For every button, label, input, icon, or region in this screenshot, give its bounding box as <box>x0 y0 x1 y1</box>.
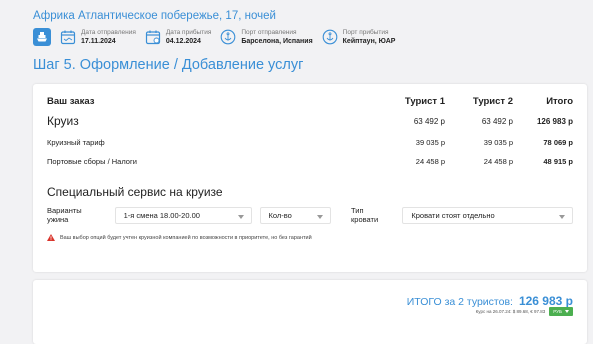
departure-date: Дата отправления 17.11.2024 <box>59 28 136 46</box>
ship-icon <box>33 28 51 46</box>
bed-type-select-value: Кровати стоят отдельно <box>411 210 495 220</box>
total-card: ИТОГО за 2 туристов: 126 983 р Курс на 26… <box>33 280 587 344</box>
chevron-down-icon <box>237 214 244 219</box>
quantity-select-value: Кол-во <box>268 210 292 220</box>
arrival-port-value: Кейптаун, ЮАР <box>342 38 396 45</box>
trip-header: Африка Атлантическое побережье, 17, ноче… <box>33 10 593 48</box>
arrival-date: Дата прибытия 04.12.2024 <box>144 28 212 46</box>
calendar-icon <box>59 28 77 46</box>
exchange-rate-text: Курс на 26.07.24: $ 89.68, € 97.83 <box>475 309 546 314</box>
row-total: 78 069 р <box>543 138 573 147</box>
bed-type-select[interactable]: Кровати стоят отдельно <box>402 206 573 224</box>
arrival-port-label: Порт прибытия <box>342 29 389 36</box>
grand-total-amount: 126 983 р <box>518 294 573 308</box>
tourist-2-header: Турист 2 <box>472 96 513 107</box>
table-row: Круизный тариф 39 035 р 39 035 р 78 069 … <box>47 138 573 158</box>
row-name: Портовые сборы / Налоги <box>47 157 137 166</box>
row-total: 48 915 р <box>543 157 573 166</box>
table-row: Портовые сборы / Налоги 24 458 р 24 458 … <box>47 157 573 177</box>
table-row: Круиз 63 492 р 63 492 р 126 983 р <box>47 114 573 134</box>
currency-select-button[interactable]: РУБ <box>549 307 573 316</box>
calendar-check-icon <box>144 28 162 46</box>
departure-port: Порт отправления Барселона, Испания <box>219 28 313 46</box>
row-tourist-2: 63 492 р <box>481 117 513 126</box>
row-name: Круиз <box>47 114 79 128</box>
exchange-rate-row: Курс на 26.07.24: $ 89.68, € 97.83 РУБ <box>476 307 573 316</box>
order-card: Ваш заказ Турист 1 Турист 2 Итого Круиз … <box>33 84 587 272</box>
row-tourist-2: 39 035 р <box>483 138 513 147</box>
departure-port-label: Порт отправления <box>241 29 297 36</box>
trip-info-row: Дата отправления 17.11.2024 Дата прибыти… <box>33 26 593 48</box>
dinner-select[interactable]: 1-я смена 18.00-20.00 <box>114 206 252 224</box>
quantity-select[interactable]: Кол-во <box>259 206 332 224</box>
trip-title: Африка Атлантическое побережье, 17, ноче… <box>33 10 276 22</box>
dinner-label: Варианты ужина <box>47 206 82 224</box>
arrival-date-value: 04.12.2024 <box>165 38 201 45</box>
arrival-date-label: Дата прибытия <box>165 29 212 36</box>
chevron-down-icon <box>317 214 324 219</box>
row-tourist-1: 39 035 р <box>415 138 445 147</box>
row-name: Круизный тариф <box>47 138 105 147</box>
row-tourist-1: 24 458 р <box>415 157 445 166</box>
departure-date-value: 17.11.2024 <box>81 38 116 45</box>
arrival-port: Порт прибытия Кейптаун, ЮАР <box>321 28 396 46</box>
chevron-down-icon <box>559 214 565 219</box>
bed-type-label: Тип кровати <box>351 206 379 224</box>
warning-text: Ваш выбор опций будет учтен круизной ком… <box>60 234 312 241</box>
chevron-down-icon <box>565 310 569 313</box>
anchor-icon <box>219 28 237 46</box>
tourist-1-header: Турист 1 <box>404 96 445 107</box>
page-title: Шаг 5. Оформление / Добавление услуг <box>33 57 304 73</box>
anchor-icon <box>321 28 339 46</box>
service-warning: Ваш выбор опций будет учтен круизной ком… <box>47 234 312 241</box>
order-header-row: Ваш заказ Турист 1 Турист 2 Итого <box>47 96 573 116</box>
departure-date-label: Дата отправления <box>81 29 136 36</box>
total-header: Итого <box>546 96 573 107</box>
dinner-select-value: 1-я смена 18.00-20.00 <box>123 210 200 220</box>
row-tourist-1: 63 492 р <box>413 117 445 126</box>
departure-port-value: Барселона, Испания <box>241 38 313 45</box>
row-tourist-2: 24 458 р <box>483 157 513 166</box>
currency-label: РУБ <box>553 309 562 314</box>
service-options-row: Варианты ужина 1-я смена 18.00-20.00 Кол… <box>47 206 573 224</box>
order-title: Ваш заказ <box>47 96 95 107</box>
service-title: Специальный сервис на круизе <box>47 185 223 199</box>
row-total: 126 983 р <box>536 117 573 126</box>
warning-icon <box>47 234 55 241</box>
